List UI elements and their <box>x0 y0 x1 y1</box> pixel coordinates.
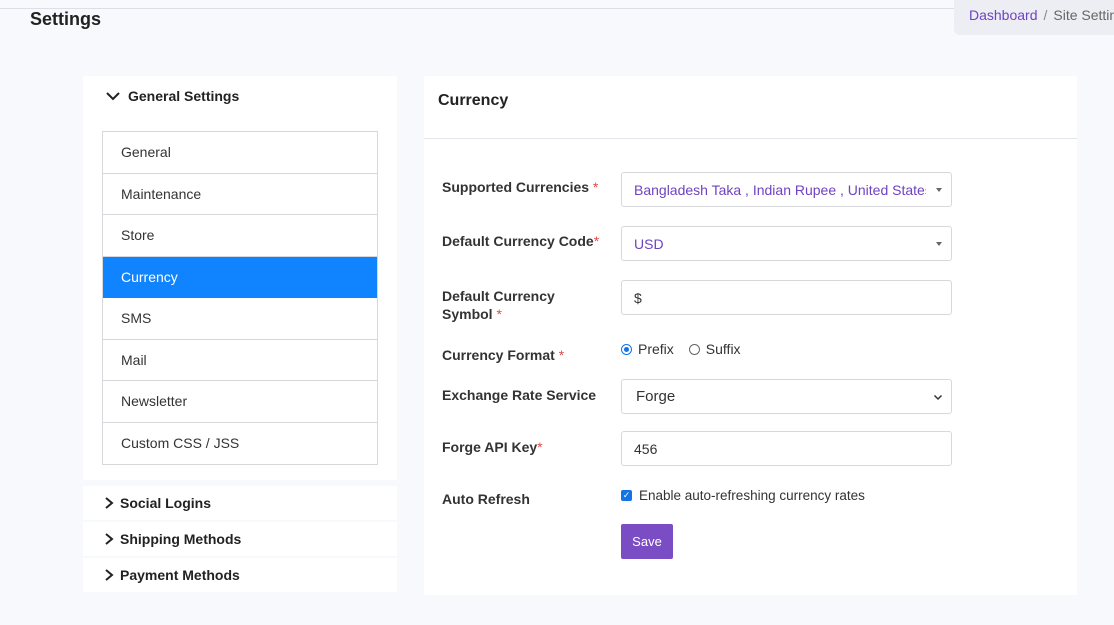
default-currency-symbol-label: Default Currency Symbol * <box>442 287 555 323</box>
breadcrumb-separator: / <box>1043 7 1048 23</box>
accordion-label: General Settings <box>128 88 240 104</box>
prefix-radio[interactable] <box>621 343 632 355</box>
settings-sidebar: General Settings General Maintenance Sto… <box>83 76 397 592</box>
forge-api-key-input[interactable]: 456 <box>621 431 952 466</box>
sidebar-item-newsletter[interactable]: Newsletter <box>103 381 377 423</box>
default-currency-code-select[interactable]: USD <box>621 226 952 261</box>
chevron-right-icon <box>105 497 114 509</box>
input-value: $ <box>634 289 642 306</box>
settings-menu: General Maintenance Store Currency SMS M… <box>102 131 378 465</box>
caret-down-icon <box>936 242 942 246</box>
sidebar-item-label: Currency <box>121 268 178 285</box>
required-mark: * <box>558 347 565 363</box>
top-border <box>0 8 1114 9</box>
sidebar-item-maintenance[interactable]: Maintenance <box>103 174 377 215</box>
label-text: Supported Currencies <box>442 179 590 195</box>
chevron-down-icon <box>933 394 943 401</box>
currency-format-radio-group: Prefix Suffix <box>621 341 756 357</box>
required-mark: * <box>537 439 543 455</box>
accordion-social-logins[interactable]: Social Logins <box>83 486 397 520</box>
exchange-rate-service-select[interactable]: Forge <box>621 379 952 414</box>
required-mark: * <box>496 306 502 322</box>
card-title: Currency <box>438 92 509 109</box>
save-button[interactable]: Save <box>621 524 673 559</box>
currency-settings-card: Currency Supported Currencies * Banglade… <box>424 76 1077 595</box>
required-mark: * <box>593 233 600 249</box>
card-divider <box>424 138 1077 139</box>
chevron-right-icon <box>105 569 114 581</box>
sidebar-item-currency[interactable]: Currency <box>103 256 377 298</box>
chevron-down-icon <box>106 92 120 101</box>
currency-format-label: Currency Format * <box>442 346 564 364</box>
page-title: Settings <box>30 9 102 29</box>
accordion-header-general-settings[interactable]: General Settings <box>105 88 239 104</box>
input-value: 456 <box>634 440 658 457</box>
sidebar-item-sms[interactable]: SMS <box>103 298 377 340</box>
accordion-label: Social Logins <box>120 495 212 511</box>
sidebar-item-label: SMS <box>121 310 152 327</box>
select-value: Bangladesh Taka , Indian Rupee , United … <box>634 181 926 198</box>
select-value: USD <box>634 235 664 252</box>
accordion-label: Payment Methods <box>120 567 240 583</box>
label-text: Default Currency <box>442 288 555 304</box>
sidebar-item-label: Newsletter <box>121 393 188 410</box>
default-currency-code-label: Default Currency Code* <box>442 232 599 250</box>
breadcrumb-current: Site Settings <box>1053 7 1114 23</box>
sidebar-item-store[interactable]: Store <box>103 215 377 257</box>
accordion-shipping-methods[interactable]: Shipping Methods <box>83 522 397 556</box>
chevron-right-icon <box>105 533 114 545</box>
select-value: Forge <box>636 388 676 405</box>
accordion-general-settings: General Settings General Maintenance Sto… <box>83 76 397 480</box>
sidebar-item-custom-css-jss[interactable]: Custom CSS / JSS <box>103 423 377 465</box>
caret-down-icon <box>936 188 942 192</box>
default-currency-symbol-input[interactable]: $ <box>621 280 952 315</box>
sidebar-item-general[interactable]: General <box>103 132 377 174</box>
required-mark: * <box>592 179 599 195</box>
sidebar-item-label: General <box>121 144 171 161</box>
sidebar-item-label: Maintenance <box>121 185 202 202</box>
prefix-radio-label[interactable]: Prefix <box>638 341 674 357</box>
sidebar-item-label: Store <box>121 227 155 244</box>
sidebar-item-label: Mail <box>121 351 147 368</box>
supported-currencies-label: Supported Currencies * <box>442 178 598 196</box>
accordion-payment-methods[interactable]: Payment Methods <box>83 558 397 592</box>
accordion-label: Shipping Methods <box>120 531 242 547</box>
label-text: Symbol <box>442 306 493 322</box>
supported-currencies-select[interactable]: Bangladesh Taka , Indian Rupee , United … <box>621 172 952 207</box>
sidebar-item-mail[interactable]: Mail <box>103 340 377 381</box>
suffix-radio-label[interactable]: Suffix <box>706 341 741 357</box>
auto-refresh-checkbox[interactable]: ✓ <box>621 490 632 501</box>
suffix-radio[interactable] <box>688 343 700 355</box>
exchange-rate-service-label: Exchange Rate Service <box>442 387 597 403</box>
forge-api-key-label: Forge API Key* <box>442 438 543 456</box>
auto-refresh-checkbox-row: ✓ Enable auto-refreshing currency rates <box>621 488 865 503</box>
label-text: Currency Format <box>442 347 555 363</box>
label-text: Forge API Key <box>442 439 538 455</box>
label-text: Default Currency Code <box>442 233 594 249</box>
sidebar-item-label: Custom CSS / JSS <box>121 435 240 452</box>
auto-refresh-label: Auto Refresh <box>442 491 530 507</box>
breadcrumb: Dashboard / Site Settings <box>954 0 1114 35</box>
breadcrumb-dashboard-link[interactable]: Dashboard <box>969 7 1038 23</box>
auto-refresh-checkbox-label[interactable]: Enable auto-refreshing currency rates <box>639 488 865 503</box>
